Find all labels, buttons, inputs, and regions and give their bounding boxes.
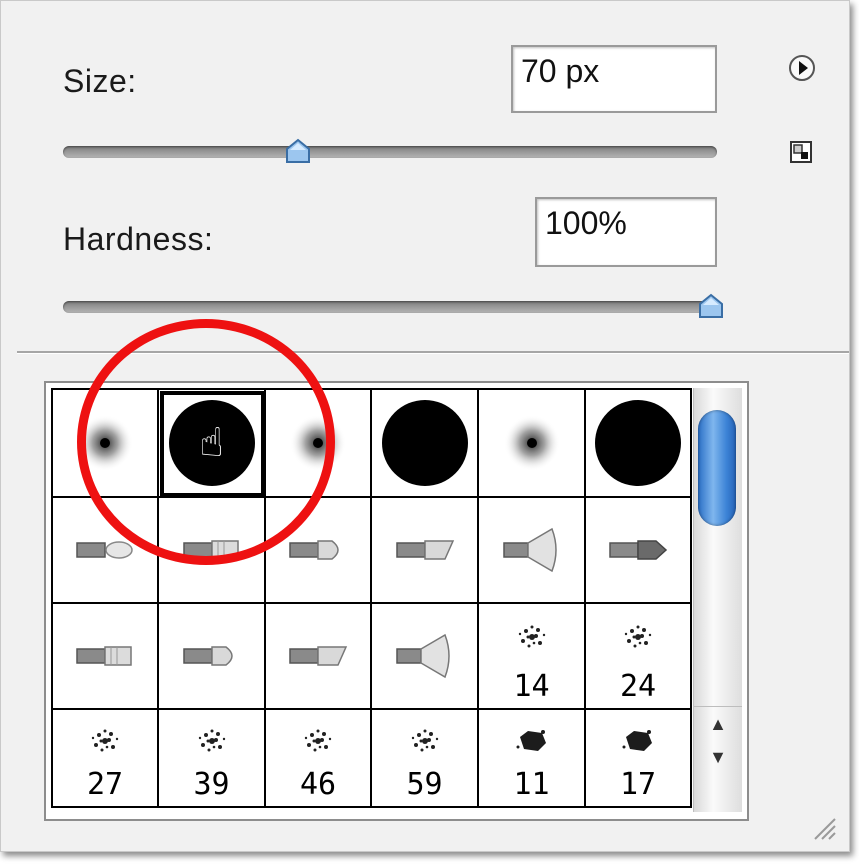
brush-size-number: 27 — [86, 767, 124, 802]
spatter-brush-icon — [624, 625, 652, 648]
brush-preset-bristle-point[interactable] — [266, 498, 372, 604]
brush-preset-grid: ☝ 14 24 27 39 46 59 11 17 — [51, 388, 692, 808]
bristle-flat-brush-icon — [182, 540, 239, 560]
size-slider-thumb[interactable] — [285, 138, 311, 164]
scrollbar-thumb[interactable] — [698, 410, 736, 526]
brush-preset-bristle-fan[interactable] — [479, 498, 586, 604]
hard-round-brush-icon — [595, 400, 681, 486]
size-label: Size: — [63, 63, 137, 99]
spatter-brush-icon — [304, 729, 332, 752]
brush-size-number: 46 — [299, 767, 337, 802]
hand-cursor-icon: ☝ — [199, 420, 224, 466]
hardness-input[interactable]: 100% — [535, 197, 717, 267]
brush-preset-bristle-flat[interactable] — [53, 604, 159, 710]
brush-preset-chalk[interactable]: 17 — [586, 710, 692, 808]
soft-round-brush-icon — [503, 415, 560, 471]
brush-preset-bristle-point[interactable] — [159, 604, 266, 710]
brush-preset-spatter[interactable]: 39 — [159, 710, 266, 808]
brush-preset-bristle-angle[interactable] — [266, 604, 372, 710]
bristle-flat-brush-icon — [76, 646, 132, 666]
brush-preset-hard-round[interactable] — [372, 390, 479, 498]
scroll-down-arrow[interactable]: ▼ — [694, 740, 742, 774]
bristle-point-brush-icon — [289, 540, 339, 560]
size-slider-track[interactable] — [63, 146, 717, 158]
flyout-menu-arrow-icon[interactable] — [787, 53, 817, 83]
chalk-brush-icon — [516, 729, 546, 751]
brush-preset-spatter[interactable]: 27 — [53, 710, 159, 808]
brush-preset-spatter[interactable]: 14 — [479, 604, 586, 710]
brush-size-number: 24 — [619, 669, 657, 704]
brush-size-number: 59 — [406, 767, 443, 802]
hardness-slider-track[interactable] — [63, 301, 717, 313]
bristle-point-brush-icon — [182, 646, 233, 666]
spatter-brush-icon — [91, 729, 119, 752]
spatter-brush-icon — [198, 729, 225, 752]
spatter-brush-icon — [518, 625, 545, 648]
brush-preset-bristle-angle[interactable] — [372, 498, 479, 604]
brush-size-number: 11 — [513, 767, 550, 802]
soft-round-brush-icon — [290, 415, 346, 471]
brush-preset-bristle-fan[interactable] — [372, 604, 479, 710]
new-preset-icon[interactable] — [788, 139, 814, 165]
soft-round-brush-icon — [77, 415, 133, 471]
spatter-brush-icon — [411, 729, 438, 752]
size-input[interactable]: 70 px — [511, 45, 717, 113]
preset-scrollbar[interactable]: ▲ ▼ — [693, 388, 742, 812]
brush-preset-spatter[interactable]: 24 — [586, 604, 692, 710]
brush-size-number: 14 — [513, 669, 550, 704]
bristle-angle-brush-icon — [395, 540, 454, 560]
bristle-angle-brush-icon — [289, 646, 348, 666]
brush-preset-bristle-blunt[interactable] — [586, 498, 692, 604]
hardness-label: Hardness: — [63, 221, 214, 257]
section-divider — [17, 351, 849, 354]
brush-preset-soft-round[interactable] — [479, 390, 586, 498]
bristle-fan-brush-icon — [502, 527, 557, 573]
scroll-up-arrow[interactable]: ▲ — [694, 706, 742, 741]
brush-size-number: 17 — [619, 767, 657, 802]
hardness-slider-thumb[interactable] — [698, 293, 724, 319]
brush-preset-spatter[interactable]: 46 — [266, 710, 372, 808]
brush-preset-soft-round[interactable] — [266, 390, 372, 498]
brush-preset-chalk[interactable]: 11 — [479, 710, 586, 808]
brush-preset-bristle-flat[interactable] — [159, 498, 266, 604]
brush-preset-list: ☝ 14 24 27 39 46 59 11 17 ▲ ▼ — [44, 381, 749, 821]
brush-picker-panel: Size: 70 px Hardness: 100% ☝ 14 24 27 39 46 59… — [0, 0, 850, 852]
chalk-brush-icon — [622, 729, 652, 751]
bristle-blunt-brush-icon — [609, 540, 668, 560]
resize-grip-icon[interactable] — [805, 811, 837, 841]
brush-preset-bristle-round[interactable] — [53, 498, 159, 604]
brush-preset-soft-round[interactable] — [53, 390, 159, 498]
bristle-round-brush-icon — [76, 541, 133, 559]
brush-size-number: 39 — [193, 767, 230, 802]
brush-preset-hard-round[interactable] — [586, 390, 692, 498]
bristle-fan-brush-icon — [395, 633, 450, 679]
brush-preset-spatter[interactable]: 59 — [372, 710, 479, 808]
hard-round-brush-icon — [381, 400, 468, 486]
brush-preset-hard-round[interactable]: ☝ — [159, 390, 266, 498]
